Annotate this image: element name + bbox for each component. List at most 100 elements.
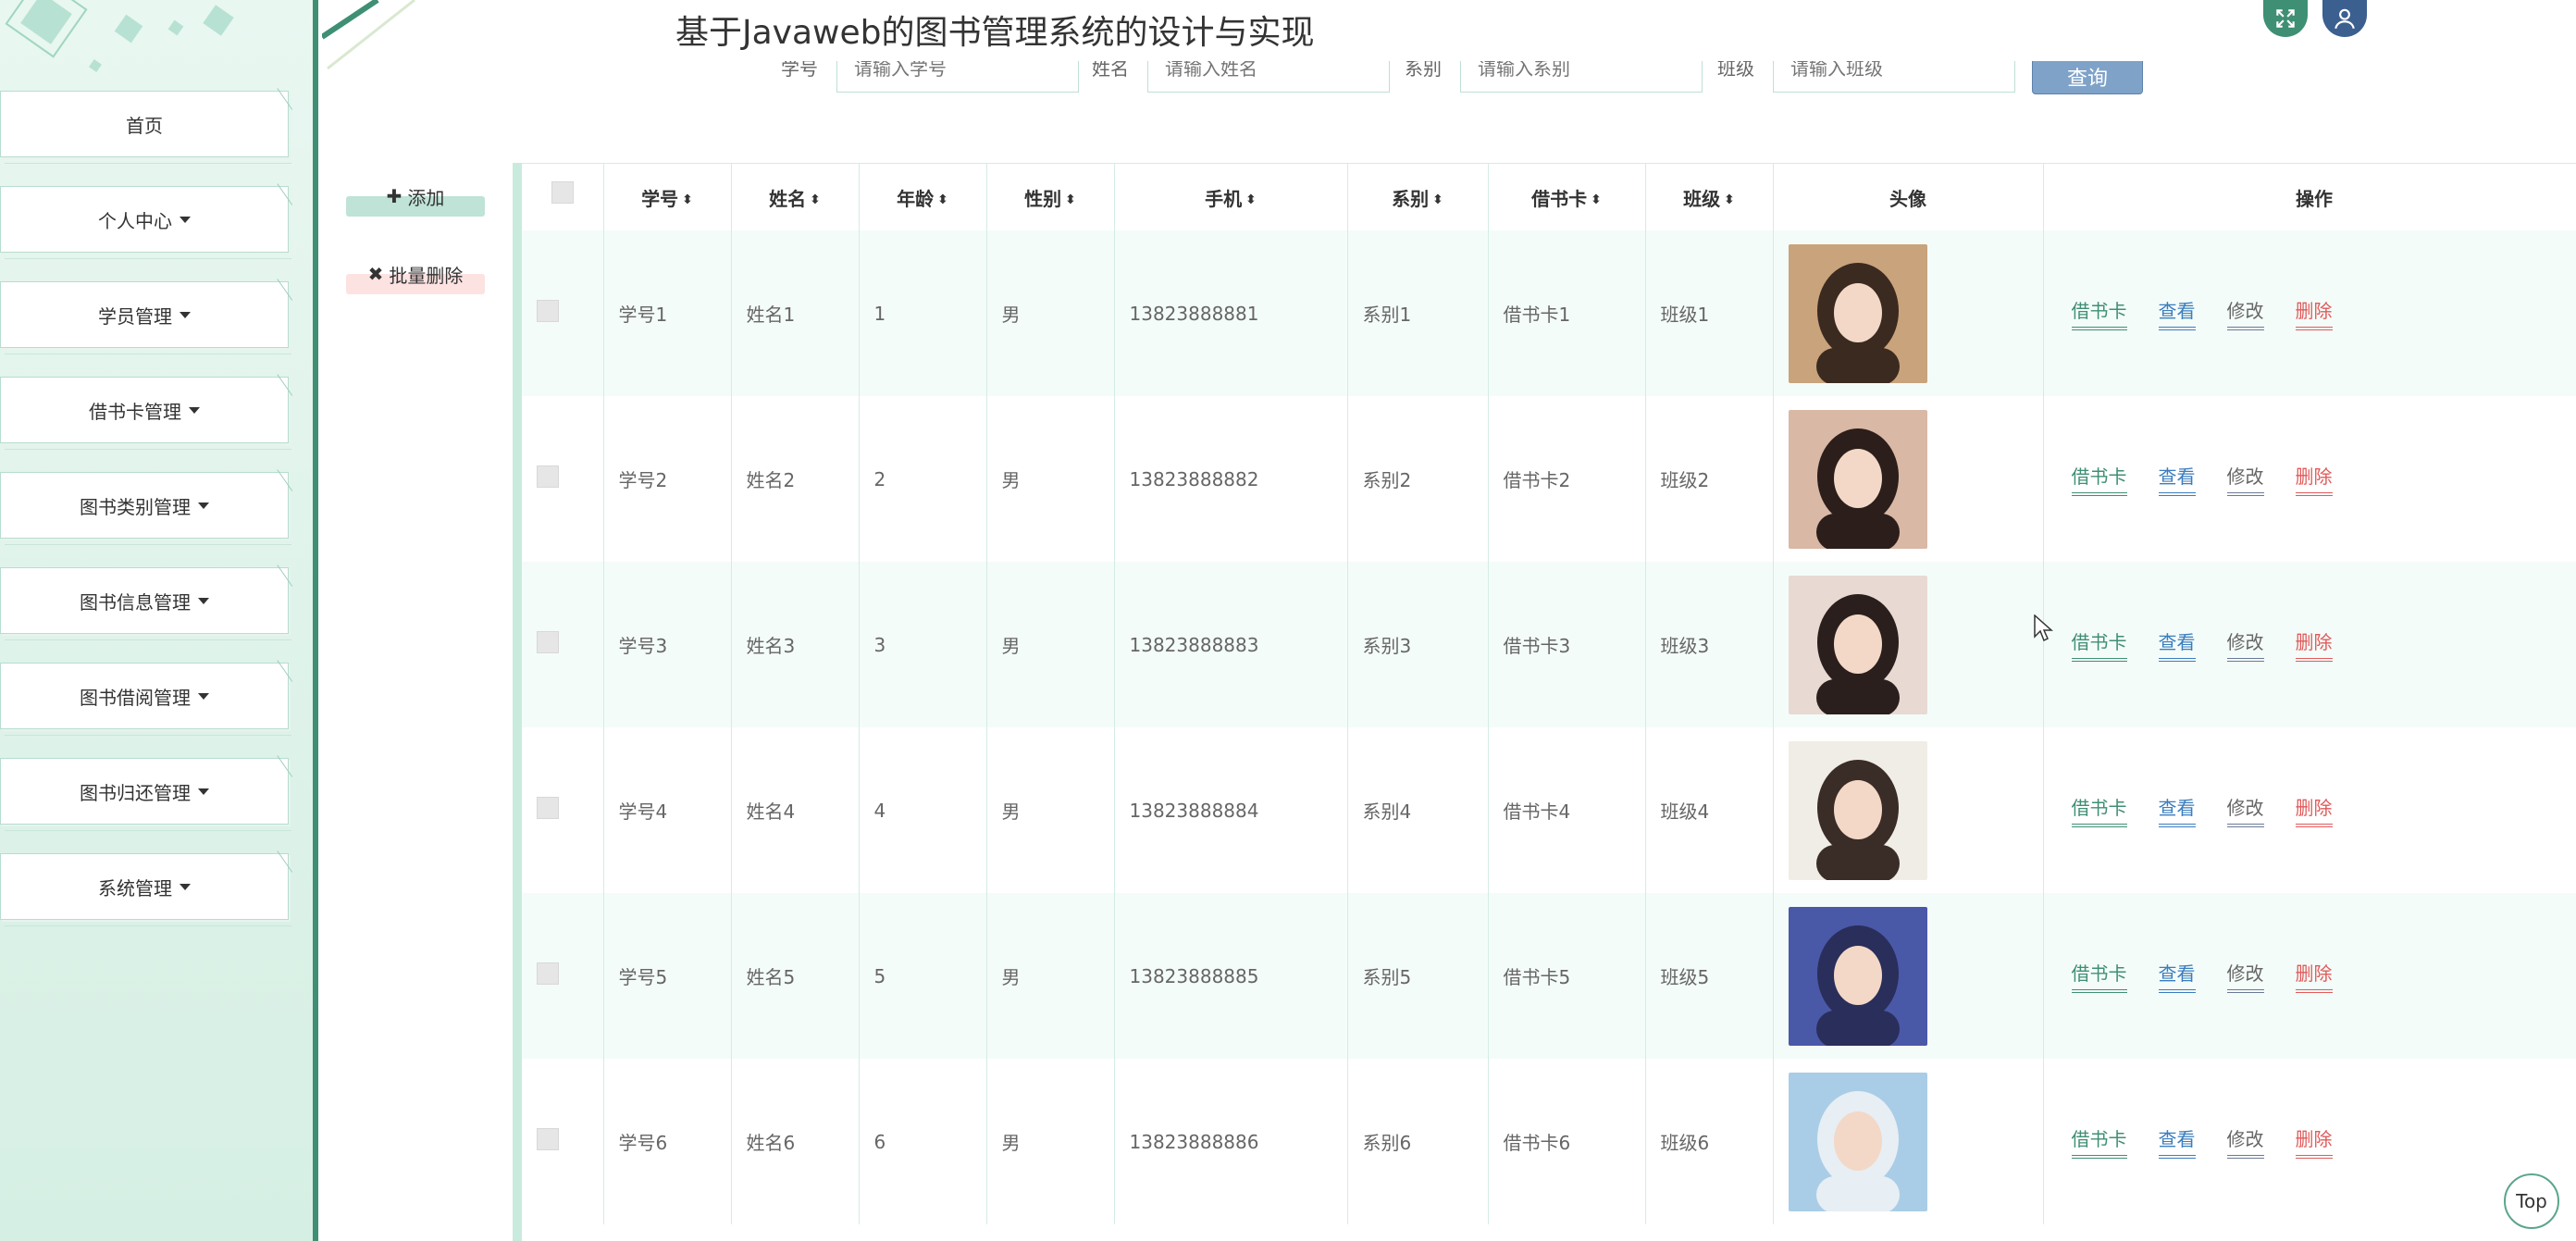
sidebar-item[interactable]: 图书借阅管理 [0, 663, 291, 736]
mouse-cursor-icon [2034, 614, 2053, 642]
delete-link[interactable]: 删除 [2295, 296, 2333, 330]
row-checkbox[interactable] [537, 465, 559, 488]
sort-icon[interactable]: ⬍ [810, 192, 821, 207]
close-icon: ✖ [367, 263, 384, 285]
user-button[interactable] [2322, 0, 2367, 37]
row-checkbox[interactable] [537, 300, 559, 322]
sidebar-item[interactable]: 图书类别管理 [0, 472, 291, 545]
sidebar-item[interactable]: 首页 [0, 91, 291, 164]
cell-id: 学号4 [603, 727, 732, 893]
table-row: 学号3 姓名3 3 男 13823888883 系别3 借书卡3 班级3 借书卡 查看 修改 删除 [522, 562, 2576, 727]
row-checkbox[interactable] [537, 797, 559, 819]
cell-age: 5 [859, 893, 987, 1059]
card-link[interactable]: 借书卡 [2071, 296, 2127, 330]
row-select-cell[interactable] [522, 562, 604, 727]
cell-dept: 系别4 [1347, 727, 1489, 893]
cell-name: 姓名3 [731, 562, 860, 727]
caret-down-icon [180, 883, 191, 890]
column-header[interactable]: 系别 ⬍ [1347, 163, 1489, 230]
column-header[interactable]: 性别 ⬍ [986, 163, 1115, 230]
view-link[interactable]: 查看 [2158, 793, 2196, 827]
caret-down-icon [198, 597, 209, 604]
cell-operations: 借书卡 查看 修改 删除 [2043, 893, 2576, 1059]
row-select-cell[interactable] [522, 230, 604, 396]
cell-card: 借书卡1 [1488, 230, 1646, 396]
delete-link[interactable]: 删除 [2295, 462, 2333, 496]
header-select-all[interactable] [522, 163, 604, 230]
cell-id: 学号3 [603, 562, 732, 727]
row-select-cell[interactable] [522, 893, 604, 1059]
card-link[interactable]: 借书卡 [2071, 1124, 2127, 1159]
cell-gender: 男 [986, 230, 1115, 396]
plus-icon: ✚ [386, 185, 402, 207]
view-link[interactable]: 查看 [2158, 627, 2196, 662]
sort-icon[interactable]: ⬍ [1432, 192, 1443, 207]
view-link[interactable]: 查看 [2158, 296, 2196, 330]
sidebar-item[interactable]: 图书归还管理 [0, 758, 291, 831]
column-header[interactable]: 借书卡 ⬍ [1488, 163, 1646, 230]
user-icon [2334, 8, 2355, 30]
row-checkbox[interactable] [537, 1128, 559, 1150]
select-all-checkbox[interactable] [551, 181, 574, 204]
cell-operations: 借书卡 查看 修改 删除 [2043, 562, 2576, 727]
sort-icon[interactable]: ⬍ [1724, 192, 1735, 207]
add-button[interactable]: ✚ 添加 [346, 176, 485, 217]
cell-operations: 借书卡 查看 修改 删除 [2043, 1059, 2576, 1224]
column-header[interactable]: 班级 ⬍ [1645, 163, 1774, 230]
delete-link[interactable]: 删除 [2295, 959, 2333, 993]
sidebar-item[interactable]: 图书信息管理 [0, 567, 291, 640]
column-header[interactable]: 姓名 ⬍ [731, 163, 860, 230]
cell-card: 借书卡3 [1488, 562, 1646, 727]
sort-icon[interactable]: ⬍ [1591, 192, 1602, 207]
edit-link[interactable]: 修改 [2226, 462, 2264, 496]
edit-link[interactable]: 修改 [2226, 627, 2264, 662]
card-link[interactable]: 借书卡 [2071, 462, 2127, 496]
edit-link[interactable]: 修改 [2226, 793, 2264, 827]
edit-link[interactable]: 修改 [2226, 1124, 2264, 1159]
column-header[interactable]: 学号 ⬍ [603, 163, 732, 230]
card-link[interactable]: 借书卡 [2071, 959, 2127, 993]
view-link[interactable]: 查看 [2158, 1124, 2196, 1159]
column-header: 操作 [2043, 163, 2576, 230]
table-row: 学号5 姓名5 5 男 13823888885 系别5 借书卡5 班级5 借书卡 查看 修改 删除 [522, 893, 2576, 1059]
delete-link[interactable]: 删除 [2295, 1124, 2333, 1159]
scroll-top-button[interactable]: Top [2504, 1173, 2559, 1229]
cell-class: 班级6 [1645, 1059, 1774, 1224]
column-header[interactable]: 年龄 ⬍ [859, 163, 987, 230]
sidebar-item[interactable]: 系统管理 [0, 853, 291, 926]
cell-dept: 系别2 [1347, 396, 1489, 562]
edit-link[interactable]: 修改 [2226, 959, 2264, 993]
sort-icon[interactable]: ⬍ [937, 192, 948, 207]
column-header: 头像 [1773, 163, 2044, 230]
column-header[interactable]: 手机 ⬍ [1114, 163, 1348, 230]
sidebar-item[interactable]: 借书卡管理 [0, 377, 291, 450]
batch-delete-button[interactable]: ✖ 批量删除 [346, 254, 485, 294]
row-select-cell[interactable] [522, 1059, 604, 1224]
edit-link[interactable]: 修改 [2226, 296, 2264, 330]
card-link[interactable]: 借书卡 [2071, 627, 2127, 662]
cell-dept: 系别5 [1347, 893, 1489, 1059]
sidebar-item[interactable]: 个人中心 [0, 186, 291, 259]
sidebar-item[interactable]: 学员管理 [0, 281, 291, 354]
row-checkbox[interactable] [537, 631, 559, 653]
sort-icon[interactable]: ⬍ [1245, 192, 1257, 207]
delete-link[interactable]: 删除 [2295, 793, 2333, 827]
cell-dept: 系别3 [1347, 562, 1489, 727]
cell-operations: 借书卡 查看 修改 删除 [2043, 727, 2576, 893]
cell-name: 姓名6 [731, 1059, 860, 1224]
row-checkbox[interactable] [537, 962, 559, 985]
cell-phone: 13823888882 [1114, 396, 1348, 562]
view-link[interactable]: 查看 [2158, 959, 2196, 993]
sort-icon[interactable]: ⬍ [1065, 192, 1076, 207]
delete-link[interactable]: 删除 [2295, 627, 2333, 662]
cell-name: 姓名2 [731, 396, 860, 562]
card-link[interactable]: 借书卡 [2071, 793, 2127, 827]
cell-age: 1 [859, 230, 987, 396]
row-select-cell[interactable] [522, 396, 604, 562]
fullscreen-button[interactable] [2263, 0, 2308, 37]
row-select-cell[interactable] [522, 727, 604, 893]
sort-icon[interactable]: ⬍ [682, 192, 693, 207]
table-row: 学号6 姓名6 6 男 13823888886 系别6 借书卡6 班级6 借书卡 查看 修改 删除 [522, 1059, 2576, 1224]
caret-down-icon [198, 502, 209, 509]
view-link[interactable]: 查看 [2158, 462, 2196, 496]
